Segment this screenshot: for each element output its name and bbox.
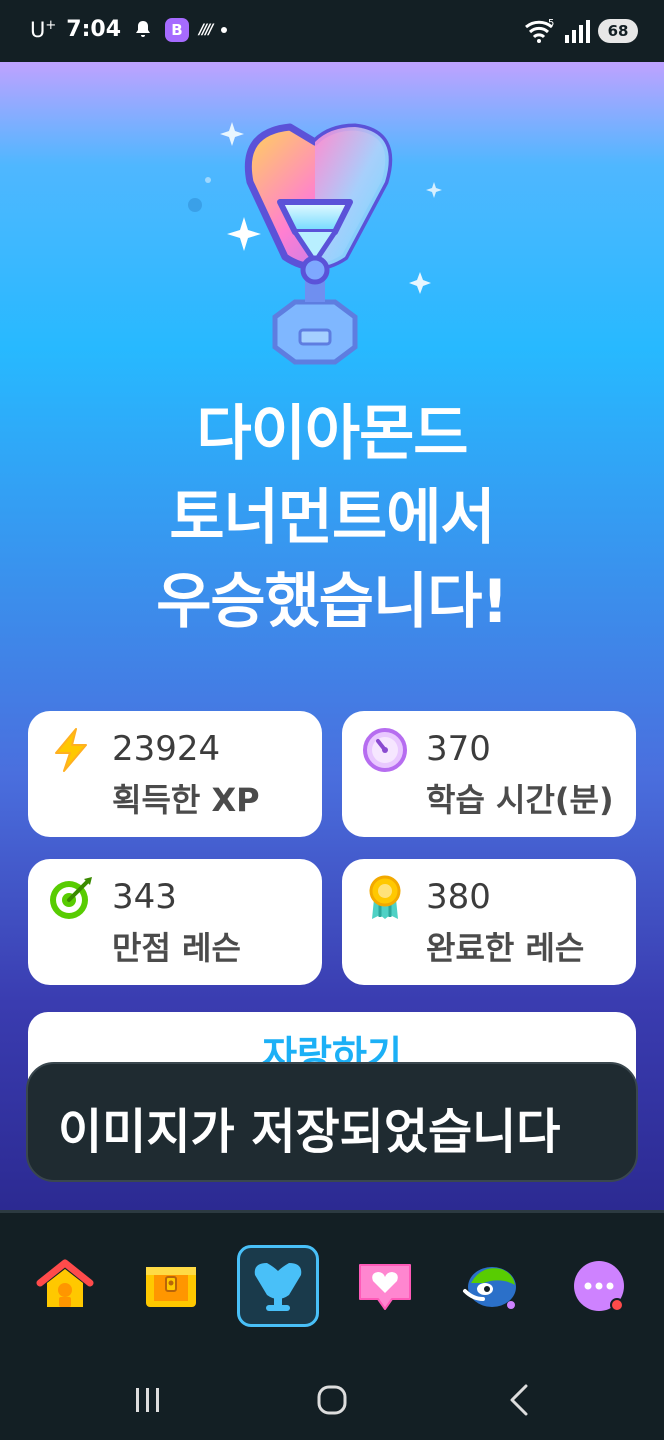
target-icon [50,877,92,919]
home-button-icon[interactable] [312,1380,352,1420]
toast-message: 이미지가 저장되었습니다 [26,1062,638,1182]
cell-signal-icon [565,20,590,43]
stat-label: 만점 레슨 [112,929,241,967]
home-icon [36,1259,94,1307]
medal-icon [369,875,401,919]
carrier-label: U+ [30,17,57,42]
nav-chest[interactable] [130,1245,212,1327]
nav-leaderboard[interactable] [237,1245,319,1327]
clock-icon [363,728,407,772]
wifi-icon: 5 [525,18,554,43]
leaderboard-trophy-icon [254,1263,302,1311]
battery-indicator: 68 [598,19,638,43]
status-bar: U+ 7:04 B //// 5 68 [0,0,664,62]
headline-line-3: 우승했습니다! [156,567,509,637]
notification-dot-icon [221,26,228,33]
clock-time: 7:04 [66,17,122,42]
tournament-result-screen: 다이아몬드 토너먼트에서 우승했습니다! 23924 획득한 XP 370 학습… [0,62,664,1210]
diamond-trophy-icon [188,122,442,365]
headline: 다이아몬드 토너먼트에서 우승했습니다! [0,392,664,644]
stat-label: 획득한 XP [112,781,260,819]
nav-more[interactable] [558,1245,640,1327]
stat-value: 370 [426,729,491,769]
stat-card-time: 370 학습 시간(분) [342,711,636,837]
stat-label: 학습 시간(분) [426,781,614,819]
character-icon [463,1267,516,1309]
stat-value: 343 [112,877,177,917]
back-icon[interactable] [500,1380,540,1420]
headline-line-1: 다이아몬드 [196,399,469,469]
notification-icon [136,20,151,37]
stat-value: 23924 [112,729,221,769]
recent-apps-icon[interactable] [128,1380,168,1420]
more-icon [574,1261,624,1312]
stat-card-perfect: 343 만점 레슨 [28,859,322,985]
app-badge-icon: B [165,17,190,42]
heart-message-icon [359,1264,411,1310]
treasure-chest-icon [146,1267,196,1307]
stat-card-completed: 380 완료한 레슨 [342,859,636,985]
system-nav-bar [0,1360,664,1440]
nav-character[interactable] [451,1245,533,1327]
bottom-nav [0,1210,664,1360]
headline-line-2: 토너먼트에서 [169,483,495,553]
nav-friends[interactable] [344,1245,426,1327]
signal-slash-icon: //// [199,21,214,38]
svg-text:5: 5 [548,18,554,29]
stat-value: 380 [426,877,491,917]
stat-label: 완료한 레슨 [426,929,585,967]
stat-card-xp: 23924 획득한 XP [28,711,322,837]
lightning-icon [55,728,87,772]
nav-home[interactable] [24,1245,106,1327]
